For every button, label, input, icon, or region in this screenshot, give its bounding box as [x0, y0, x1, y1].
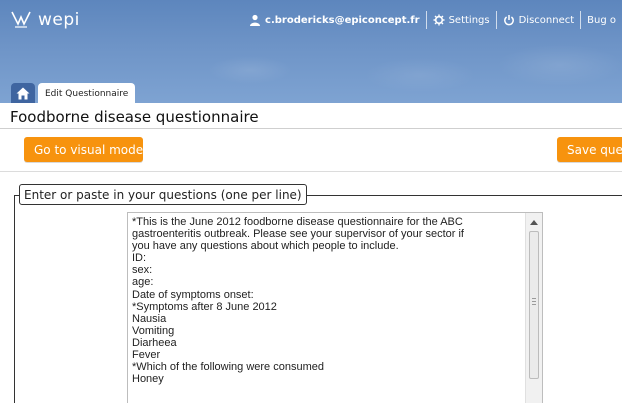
scroll-thumb[interactable] [529, 231, 539, 379]
app-header: wepi c.brodericks@epiconcept.fr Settings… [0, 0, 622, 103]
save-questionnaire-button[interactable]: Save ques [557, 137, 622, 162]
top-nav: c.brodericks@epiconcept.fr Settings Disc… [243, 10, 622, 30]
logo-text: wepi [38, 10, 80, 30]
question-line: Vomiting [132, 324, 175, 337]
question-line: *This is the June 2012 foodborne disease… [132, 216, 463, 228]
power-icon [503, 15, 514, 26]
user-email: c.brodericks@epiconcept.fr [265, 14, 420, 26]
question-line: Diarheea [132, 336, 177, 349]
questions-legend: Enter or paste in your questions (one pe… [19, 184, 307, 205]
question-line: Nausia [132, 312, 167, 325]
textarea-scrollbar[interactable] [525, 213, 542, 403]
questions-text[interactable]: *This is the June 2012 foodborne disease… [132, 216, 524, 385]
tab-home[interactable] [11, 83, 35, 103]
wepi-logo-icon [11, 11, 31, 28]
tab-edit-questionnaire[interactable]: Edit Questionnaire [38, 83, 136, 103]
question-line: Honey [132, 373, 164, 386]
gear-icon [433, 14, 445, 26]
questions-textarea[interactable]: *This is the June 2012 foodborne disease… [127, 212, 543, 403]
question-line: age: [132, 276, 154, 289]
settings-label: Settings [448, 14, 490, 26]
user-account-link[interactable]: c.brodericks@epiconcept.fr [243, 10, 426, 30]
user-icon [250, 14, 261, 26]
question-line: Date of symptoms onset: [132, 288, 254, 301]
question-line: you have any questions about which peopl… [132, 240, 399, 253]
disconnect-link[interactable]: Disconnect [497, 10, 581, 30]
title-divider [0, 128, 622, 129]
settings-link[interactable]: Settings [427, 10, 496, 30]
bug-report-link[interactable]: Bug o [581, 10, 622, 30]
question-line: gastroenteritis outbreak. Please see you… [132, 228, 464, 241]
question-line: Fever [132, 349, 161, 362]
disconnect-label: Disconnect [518, 14, 575, 26]
app-logo[interactable]: wepi [10, 8, 80, 32]
visual-mode-button[interactable]: Go to visual mode [24, 137, 143, 162]
question-line: ID: [132, 252, 147, 265]
scroll-up-arrow-icon[interactable] [530, 220, 538, 225]
scroll-grip-icon [532, 298, 536, 307]
question-line: *Symptoms after 8 June 2012 [132, 300, 277, 313]
bug-report-label: Bug o [587, 14, 616, 26]
fieldset-border-left [14, 195, 15, 403]
home-icon [16, 87, 30, 100]
question-line: *Which of the following were consumed [132, 361, 324, 374]
page-title: Foodborne disease questionnaire [10, 108, 259, 126]
tab-bar: Edit Questionnaire [11, 83, 136, 103]
question-line: sex: [132, 264, 153, 277]
toolbar-divider [0, 171, 622, 172]
